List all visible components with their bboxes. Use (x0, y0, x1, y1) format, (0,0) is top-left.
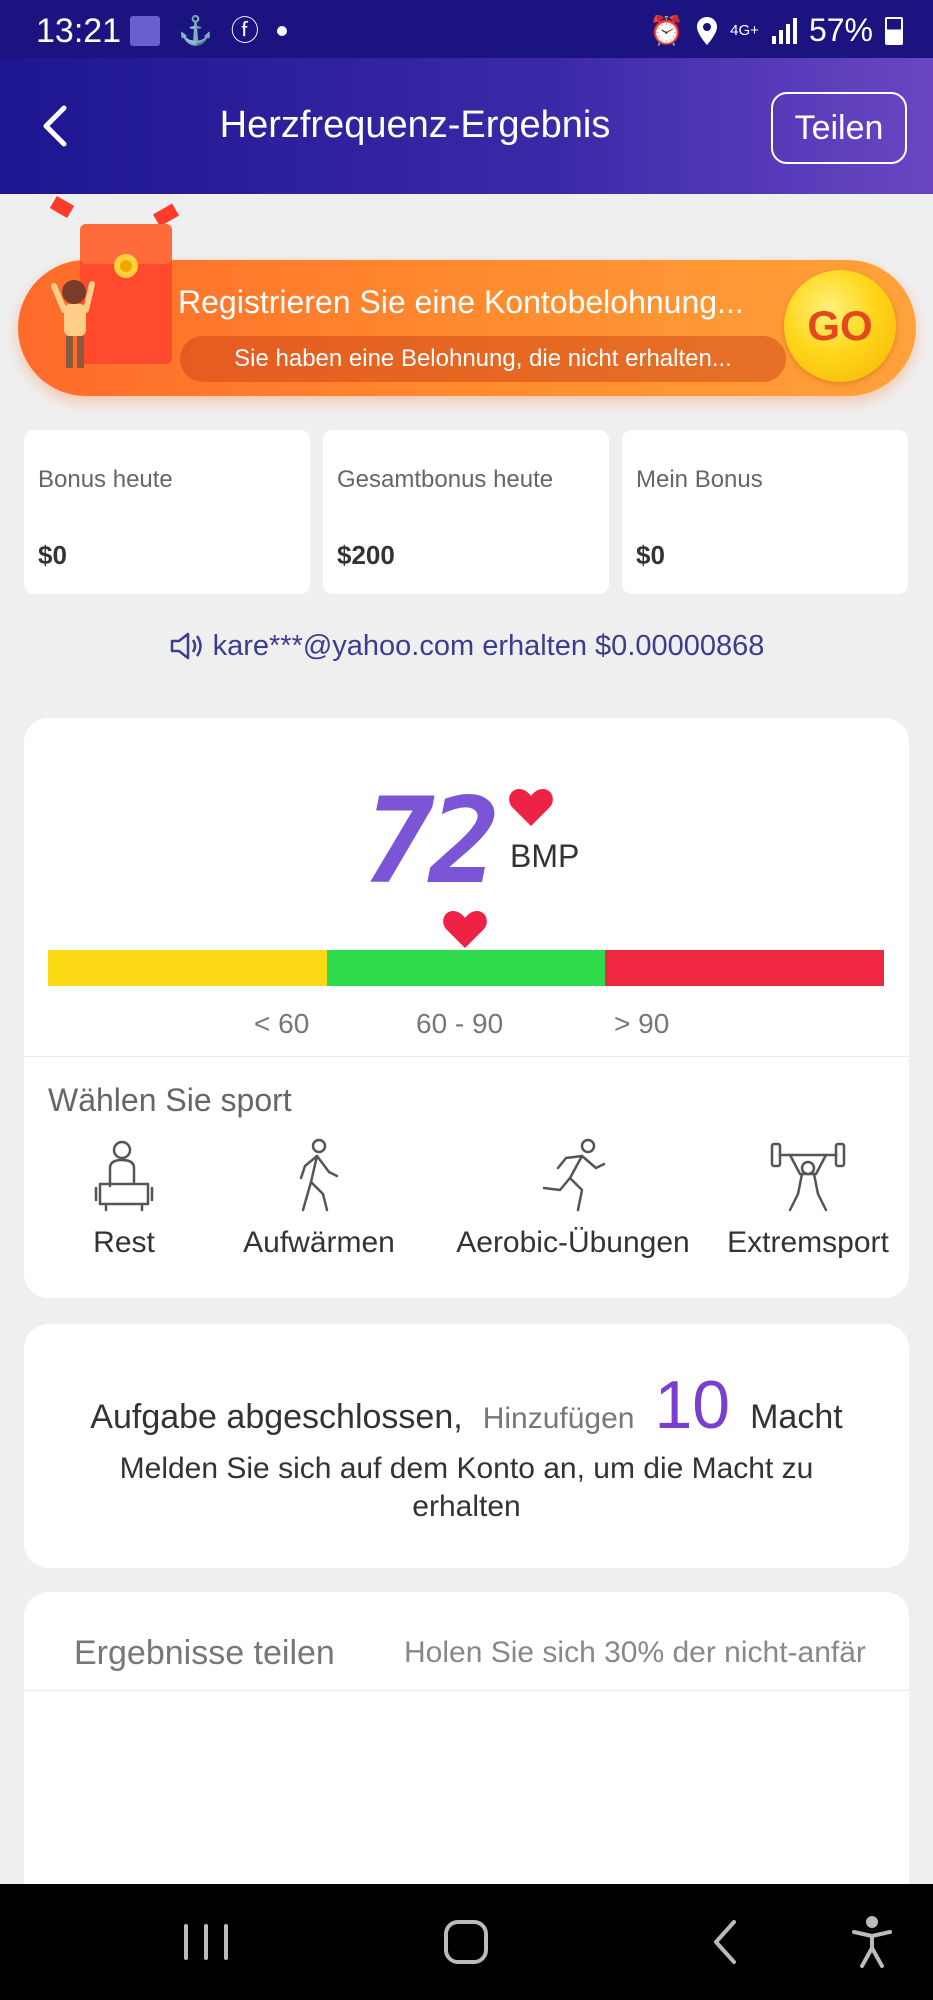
tab-share-bonus[interactable]: Holen Sie sich 30% der nicht-anfär (404, 1636, 909, 1670)
bonus-card-mine: Mein Bonus $0 (622, 430, 908, 594)
navigation-notification-icon: ⚓ (178, 15, 213, 46)
heart-rate-unit: BMP (510, 838, 580, 874)
bonus-label: Mein Bonus (636, 466, 763, 493)
sport-option-rest[interactable]: Rest (64, 1138, 184, 1260)
signal-icon (771, 17, 797, 44)
bonus-card-total: Gesamtbonus heute $200 (323, 430, 609, 594)
battery-icon (885, 16, 903, 45)
sport-label: Extremsport (727, 1226, 889, 1259)
speaker-icon (170, 632, 202, 660)
promo-title: Registrieren Sie eine Kontobelohnung... (178, 284, 744, 320)
back-icon[interactable] (696, 1914, 756, 1970)
system-icons: ⏰ 4G+ 57% (649, 12, 903, 49)
sport-label: Aufwärmen (243, 1226, 395, 1259)
alarm-icon: ⏰ (649, 14, 685, 46)
gauge-marker-heart-icon (443, 911, 487, 948)
reward-ticker: kare***@yahoo.com erhalten $0.00000868 (0, 630, 933, 663)
battery-percent: 57% (808, 12, 873, 48)
task-card: Aufgabe abgeschlossen, Hinzufügen 10 Mac… (24, 1324, 909, 1568)
tab-share-results[interactable]: Ergebnisse teilen (74, 1634, 335, 1673)
sport-section-title: Wählen Sie sport (48, 1082, 292, 1118)
sport-label: Aerobic-Übungen (456, 1226, 690, 1259)
task-summary: Aufgabe abgeschlossen, Hinzufügen 10 Mac… (24, 1366, 909, 1444)
heart-icon (509, 789, 553, 826)
share-button[interactable]: Teilen (771, 92, 907, 164)
sport-label: Rest (93, 1226, 155, 1259)
bonus-label: Bonus heute (38, 466, 173, 493)
range-label-normal: 60 - 90 (416, 1008, 504, 1039)
divider (24, 1056, 909, 1057)
red-envelope-illustration (49, 195, 180, 368)
page-title: Herzfrequenz-Ergebnis (219, 104, 611, 146)
notification-icons: ⚓ ⓕ (130, 16, 287, 46)
ticker-text: kare***@yahoo.com erhalten $0.00000868 (212, 630, 765, 662)
home-icon[interactable] (436, 1914, 496, 1970)
divider (24, 1690, 909, 1691)
heart-rate-value: 72 (364, 772, 500, 910)
heart-rate-card: 72 BMP < 60 60 - 90 > 90 Wählen Sie spor… (24, 718, 909, 1298)
bonus-value: $0 (636, 540, 665, 570)
weightlifting-icon (770, 1142, 846, 1212)
walking-icon (299, 1138, 339, 1212)
promo-subtitle: Sie haben eine Belohnung, die nicht erha… (180, 336, 786, 382)
task-unit: Macht (750, 1398, 843, 1436)
share-results-card: Ergebnisse teilen Holen Sie sich 30% der… (24, 1592, 909, 1892)
go-button[interactable]: GO (784, 270, 896, 382)
app-notification-icon (130, 16, 160, 46)
task-amount: 10 (654, 1367, 731, 1443)
range-label-low: < 60 (254, 1008, 310, 1039)
task-description: Melden Sie sich auf dem Konto an, um die… (119, 1452, 814, 1523)
rest-icon (94, 1140, 154, 1212)
bonus-card-today: Bonus heute $0 (24, 430, 310, 594)
location-icon (697, 16, 718, 45)
task-prefix: Aufgabe abgeschlossen, (90, 1398, 463, 1436)
accessibility-icon[interactable] (842, 1914, 902, 1970)
bonus-value: $0 (38, 540, 67, 570)
heart-rate-gauge (48, 950, 885, 986)
status-bar: 13:21 ⚓ ⓕ ⏰ 4G+ 57% (0, 0, 933, 58)
system-nav-bar (0, 1884, 933, 2000)
recent-apps-icon[interactable] (176, 1914, 236, 1970)
network-type: 4G+ (730, 22, 759, 39)
sport-option-warmup[interactable]: Aufwärmen (214, 1138, 424, 1260)
app-bar: Herzfrequenz-Ergebnis Teilen (0, 58, 933, 194)
range-label-high: > 90 (614, 1008, 670, 1039)
facebook-icon: ⓕ (230, 15, 259, 46)
gauge-segment-normal (326, 950, 606, 986)
bonus-label: Gesamtbonus heute (337, 466, 554, 493)
status-time: 13:21 (36, 12, 122, 50)
gauge-segment-low (48, 950, 327, 986)
more-notifications-icon (276, 26, 287, 36)
running-icon (542, 1138, 606, 1212)
sport-option-aerobic[interactable]: Aerobic-Übungen (428, 1138, 718, 1260)
task-add-label: Hinzufügen (482, 1402, 635, 1435)
sport-option-extreme[interactable]: Extremsport (718, 1138, 898, 1260)
bonus-value: $200 (337, 540, 395, 570)
gauge-segment-high (605, 950, 885, 986)
